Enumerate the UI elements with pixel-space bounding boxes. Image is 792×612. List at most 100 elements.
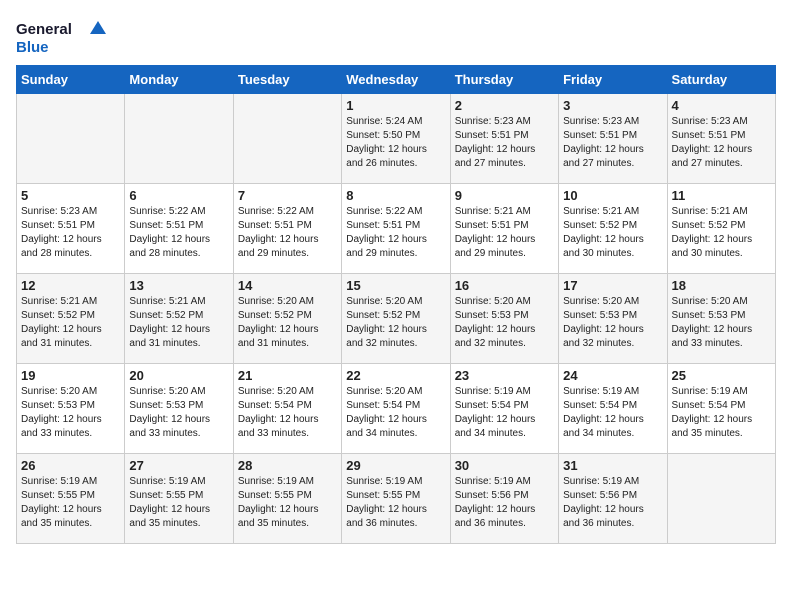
day-number: 6 xyxy=(129,188,228,203)
day-info: Sunrise: 5:19 AMSunset: 5:54 PMDaylight:… xyxy=(563,385,662,441)
day-info: Sunrise: 5:23 AMSunset: 5:51 PMDaylight:… xyxy=(672,115,771,171)
weekday-header-friday: Friday xyxy=(559,66,667,94)
day-number: 17 xyxy=(563,278,662,293)
day-info: Sunrise: 5:19 AMSunset: 5:54 PMDaylight:… xyxy=(455,385,554,441)
day-info: Sunrise: 5:22 AMSunset: 5:51 PMDaylight:… xyxy=(238,205,337,261)
day-info: Sunrise: 5:19 AMSunset: 5:56 PMDaylight:… xyxy=(455,475,554,531)
day-number: 8 xyxy=(346,188,445,203)
day-info: Sunrise: 5:22 AMSunset: 5:51 PMDaylight:… xyxy=(129,205,228,261)
day-info: Sunrise: 5:21 AMSunset: 5:52 PMDaylight:… xyxy=(563,205,662,261)
day-number: 5 xyxy=(21,188,120,203)
calendar-week-5: 26 Sunrise: 5:19 AMSunset: 5:55 PMDaylig… xyxy=(17,454,776,544)
day-info: Sunrise: 5:20 AMSunset: 5:53 PMDaylight:… xyxy=(672,295,771,351)
calendar-cell: 15 Sunrise: 5:20 AMSunset: 5:52 PMDaylig… xyxy=(342,274,450,364)
day-number: 27 xyxy=(129,458,228,473)
calendar-table: SundayMondayTuesdayWednesdayThursdayFrid… xyxy=(16,65,776,544)
calendar-cell: 11 Sunrise: 5:21 AMSunset: 5:52 PMDaylig… xyxy=(667,184,775,274)
day-info: Sunrise: 5:20 AMSunset: 5:53 PMDaylight:… xyxy=(455,295,554,351)
day-info: Sunrise: 5:19 AMSunset: 5:54 PMDaylight:… xyxy=(672,385,771,441)
calendar-cell: 21 Sunrise: 5:20 AMSunset: 5:54 PMDaylig… xyxy=(233,364,341,454)
calendar-cell: 24 Sunrise: 5:19 AMSunset: 5:54 PMDaylig… xyxy=(559,364,667,454)
day-number: 23 xyxy=(455,368,554,383)
day-info: Sunrise: 5:21 AMSunset: 5:52 PMDaylight:… xyxy=(672,205,771,261)
day-info: Sunrise: 5:24 AMSunset: 5:50 PMDaylight:… xyxy=(346,115,445,171)
day-number: 2 xyxy=(455,98,554,113)
day-info: Sunrise: 5:23 AMSunset: 5:51 PMDaylight:… xyxy=(455,115,554,171)
calendar-cell xyxy=(667,454,775,544)
calendar-cell: 12 Sunrise: 5:21 AMSunset: 5:52 PMDaylig… xyxy=(17,274,125,364)
weekday-header-thursday: Thursday xyxy=(450,66,558,94)
day-number: 9 xyxy=(455,188,554,203)
day-info: Sunrise: 5:23 AMSunset: 5:51 PMDaylight:… xyxy=(21,205,120,261)
day-info: Sunrise: 5:20 AMSunset: 5:54 PMDaylight:… xyxy=(238,385,337,441)
calendar-cell: 18 Sunrise: 5:20 AMSunset: 5:53 PMDaylig… xyxy=(667,274,775,364)
day-info: Sunrise: 5:19 AMSunset: 5:55 PMDaylight:… xyxy=(129,475,228,531)
day-number: 4 xyxy=(672,98,771,113)
day-info: Sunrise: 5:19 AMSunset: 5:55 PMDaylight:… xyxy=(21,475,120,531)
calendar-cell: 17 Sunrise: 5:20 AMSunset: 5:53 PMDaylig… xyxy=(559,274,667,364)
day-info: Sunrise: 5:19 AMSunset: 5:56 PMDaylight:… xyxy=(563,475,662,531)
calendar-cell: 7 Sunrise: 5:22 AMSunset: 5:51 PMDayligh… xyxy=(233,184,341,274)
calendar-week-2: 5 Sunrise: 5:23 AMSunset: 5:51 PMDayligh… xyxy=(17,184,776,274)
svg-text:General: General xyxy=(16,21,72,38)
calendar-cell: 31 Sunrise: 5:19 AMSunset: 5:56 PMDaylig… xyxy=(559,454,667,544)
logo-svg: General Blue xyxy=(16,16,106,61)
day-number: 29 xyxy=(346,458,445,473)
day-info: Sunrise: 5:20 AMSunset: 5:52 PMDaylight:… xyxy=(238,295,337,351)
calendar-cell xyxy=(125,94,233,184)
day-number: 31 xyxy=(563,458,662,473)
calendar-cell: 10 Sunrise: 5:21 AMSunset: 5:52 PMDaylig… xyxy=(559,184,667,274)
calendar-cell: 1 Sunrise: 5:24 AMSunset: 5:50 PMDayligh… xyxy=(342,94,450,184)
calendar-cell: 23 Sunrise: 5:19 AMSunset: 5:54 PMDaylig… xyxy=(450,364,558,454)
day-info: Sunrise: 5:20 AMSunset: 5:54 PMDaylight:… xyxy=(346,385,445,441)
day-info: Sunrise: 5:19 AMSunset: 5:55 PMDaylight:… xyxy=(346,475,445,531)
day-number: 26 xyxy=(21,458,120,473)
day-number: 16 xyxy=(455,278,554,293)
day-info: Sunrise: 5:21 AMSunset: 5:51 PMDaylight:… xyxy=(455,205,554,261)
day-info: Sunrise: 5:20 AMSunset: 5:53 PMDaylight:… xyxy=(563,295,662,351)
calendar-cell: 29 Sunrise: 5:19 AMSunset: 5:55 PMDaylig… xyxy=(342,454,450,544)
calendar-cell: 28 Sunrise: 5:19 AMSunset: 5:55 PMDaylig… xyxy=(233,454,341,544)
weekday-header-sunday: Sunday xyxy=(17,66,125,94)
day-number: 14 xyxy=(238,278,337,293)
calendar-cell: 5 Sunrise: 5:23 AMSunset: 5:51 PMDayligh… xyxy=(17,184,125,274)
calendar-cell: 26 Sunrise: 5:19 AMSunset: 5:55 PMDaylig… xyxy=(17,454,125,544)
calendar-cell: 6 Sunrise: 5:22 AMSunset: 5:51 PMDayligh… xyxy=(125,184,233,274)
weekday-header-wednesday: Wednesday xyxy=(342,66,450,94)
calendar-cell: 30 Sunrise: 5:19 AMSunset: 5:56 PMDaylig… xyxy=(450,454,558,544)
calendar-cell: 14 Sunrise: 5:20 AMSunset: 5:52 PMDaylig… xyxy=(233,274,341,364)
calendar-cell: 19 Sunrise: 5:20 AMSunset: 5:53 PMDaylig… xyxy=(17,364,125,454)
day-info: Sunrise: 5:21 AMSunset: 5:52 PMDaylight:… xyxy=(129,295,228,351)
day-number: 7 xyxy=(238,188,337,203)
day-number: 19 xyxy=(21,368,120,383)
calendar-cell: 27 Sunrise: 5:19 AMSunset: 5:55 PMDaylig… xyxy=(125,454,233,544)
day-number: 10 xyxy=(563,188,662,203)
calendar-week-3: 12 Sunrise: 5:21 AMSunset: 5:52 PMDaylig… xyxy=(17,274,776,364)
day-info: Sunrise: 5:20 AMSunset: 5:53 PMDaylight:… xyxy=(21,385,120,441)
calendar-week-1: 1 Sunrise: 5:24 AMSunset: 5:50 PMDayligh… xyxy=(17,94,776,184)
weekday-header-row: SundayMondayTuesdayWednesdayThursdayFrid… xyxy=(17,66,776,94)
calendar-cell: 2 Sunrise: 5:23 AMSunset: 5:51 PMDayligh… xyxy=(450,94,558,184)
day-info: Sunrise: 5:20 AMSunset: 5:52 PMDaylight:… xyxy=(346,295,445,351)
calendar-cell: 3 Sunrise: 5:23 AMSunset: 5:51 PMDayligh… xyxy=(559,94,667,184)
day-number: 28 xyxy=(238,458,337,473)
day-info: Sunrise: 5:19 AMSunset: 5:55 PMDaylight:… xyxy=(238,475,337,531)
calendar-cell: 16 Sunrise: 5:20 AMSunset: 5:53 PMDaylig… xyxy=(450,274,558,364)
weekday-header-saturday: Saturday xyxy=(667,66,775,94)
day-number: 15 xyxy=(346,278,445,293)
day-info: Sunrise: 5:23 AMSunset: 5:51 PMDaylight:… xyxy=(563,115,662,171)
day-number: 30 xyxy=(455,458,554,473)
day-info: Sunrise: 5:21 AMSunset: 5:52 PMDaylight:… xyxy=(21,295,120,351)
day-number: 1 xyxy=(346,98,445,113)
day-number: 12 xyxy=(21,278,120,293)
calendar-cell: 22 Sunrise: 5:20 AMSunset: 5:54 PMDaylig… xyxy=(342,364,450,454)
day-number: 20 xyxy=(129,368,228,383)
weekday-header-monday: Monday xyxy=(125,66,233,94)
calendar-cell: 13 Sunrise: 5:21 AMSunset: 5:52 PMDaylig… xyxy=(125,274,233,364)
calendar-cell: 25 Sunrise: 5:19 AMSunset: 5:54 PMDaylig… xyxy=(667,364,775,454)
day-number: 13 xyxy=(129,278,228,293)
day-number: 11 xyxy=(672,188,771,203)
day-info: Sunrise: 5:22 AMSunset: 5:51 PMDaylight:… xyxy=(346,205,445,261)
day-number: 22 xyxy=(346,368,445,383)
weekday-header-tuesday: Tuesday xyxy=(233,66,341,94)
